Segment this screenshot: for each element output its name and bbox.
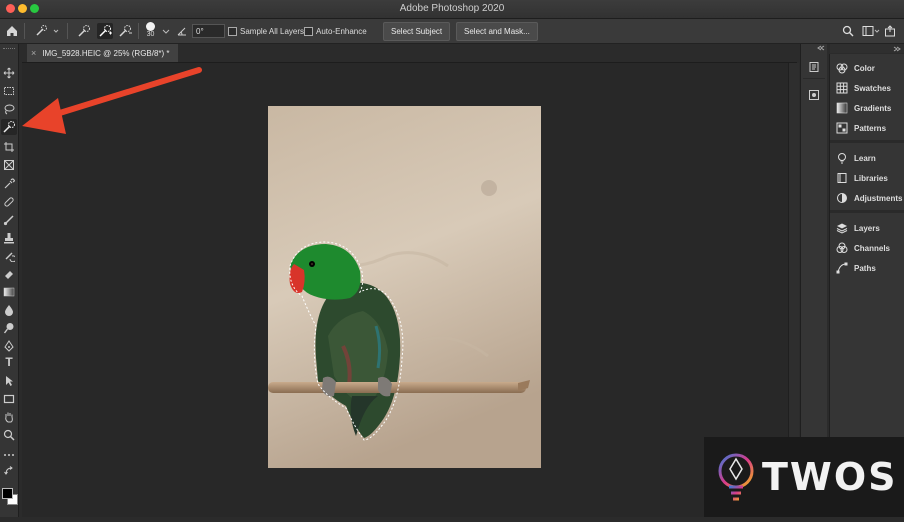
learn-icon xyxy=(836,152,848,164)
pen-tool-icon[interactable] xyxy=(3,339,15,352)
libraries-icon xyxy=(836,172,848,184)
gradient-tool-icon[interactable] xyxy=(3,285,15,297)
toolbar-grip[interactable] xyxy=(3,48,15,51)
panel-label-channels: Channels xyxy=(854,243,891,253)
quick-selection-tool-icon[interactable] xyxy=(1,119,17,135)
select-subject-button[interactable]: Select Subject xyxy=(383,22,451,41)
paths-icon xyxy=(836,262,848,274)
subtract-from-selection-brush-icon[interactable] xyxy=(118,23,132,39)
document-tab-title: IMG_5928.HEIC @ 25% (RGB/8*) * xyxy=(42,48,170,58)
eyedropper-tool-icon[interactable] xyxy=(3,177,15,189)
brush-tool-icon[interactable] xyxy=(3,213,15,226)
move-tool-icon[interactable] xyxy=(3,66,15,79)
panel-item-swatches[interactable]: Swatches xyxy=(836,80,891,96)
panel-label-paths: Paths xyxy=(854,263,876,273)
search-icon[interactable] xyxy=(842,23,854,39)
panel-label-swatches: Swatches xyxy=(854,83,891,93)
channels-icon xyxy=(836,242,848,254)
crop-tool-icon[interactable] xyxy=(3,140,15,152)
auto-enhance-label: Auto-Enhance xyxy=(316,26,367,36)
frame-tool-icon[interactable] xyxy=(3,158,15,170)
panel-item-paths[interactable]: Paths xyxy=(836,260,876,276)
panel-label-patterns: Patterns xyxy=(854,123,887,133)
brush-tip-icon xyxy=(146,21,155,31)
workspace-switcher-icon[interactable] xyxy=(862,23,880,39)
chevron-down-icon[interactable] xyxy=(162,23,170,39)
expand-panels-icon[interactable] xyxy=(893,45,901,53)
twos-watermark: TWOS xyxy=(704,437,904,517)
dodge-tool-icon[interactable] xyxy=(3,321,15,334)
foreground-color-swatch[interactable] xyxy=(2,488,13,499)
parrot-photo xyxy=(268,106,541,468)
history-brush-tool-icon[interactable] xyxy=(3,249,17,263)
window-title: Adobe Photoshop 2020 xyxy=(399,3,505,14)
panel-header xyxy=(830,44,904,53)
window-title-bar: Adobe Photoshop 2020 xyxy=(0,0,904,19)
panel-label-gradients: Gradients xyxy=(854,103,892,113)
eraser-tool-icon[interactable] xyxy=(3,267,15,279)
angle-field[interactable]: 0° xyxy=(192,24,225,38)
zoom-tool-icon[interactable] xyxy=(3,428,15,441)
panel-label-layers: Layers xyxy=(854,223,880,233)
panel-item-channels[interactable]: Channels xyxy=(836,240,890,256)
tools-panel: T xyxy=(0,44,19,517)
blur-tool-icon[interactable] xyxy=(3,303,15,316)
clone-stamp-tool-icon[interactable] xyxy=(3,231,15,244)
gradients-icon xyxy=(836,102,848,114)
collapse-dock-icon[interactable] xyxy=(817,44,825,54)
sample-all-layers-checkbox[interactable]: Sample All Layers xyxy=(228,23,304,39)
panel-item-patterns[interactable]: Patterns xyxy=(836,120,886,136)
brush-size-value: 30 xyxy=(146,30,155,38)
brush-size-picker[interactable]: 30 xyxy=(146,20,155,40)
layers-icon xyxy=(836,222,848,234)
document-tab-bar: × IMG_5928.HEIC @ 25% (RGB/8*) * xyxy=(22,44,797,63)
properties-panel-icon[interactable] xyxy=(808,88,820,106)
hand-tool-icon[interactable] xyxy=(3,410,15,423)
panel-label-libraries: Libraries xyxy=(854,173,888,183)
share-icon[interactable] xyxy=(884,23,896,39)
marquee-tool-icon[interactable] xyxy=(3,84,15,96)
panel-item-learn[interactable]: Learn xyxy=(836,150,876,166)
color-icon xyxy=(836,62,848,74)
panel-item-adjustments[interactable]: Adjustments xyxy=(836,190,902,206)
options-bar: 30 0° Sample All Layers Auto-Enhance Sel… xyxy=(0,19,904,44)
home-icon[interactable] xyxy=(5,23,19,39)
swap-colors-icon[interactable] xyxy=(3,464,15,476)
lasso-tool-icon[interactable] xyxy=(3,102,15,115)
rectangle-tool-icon[interactable] xyxy=(3,392,15,404)
panel-label-color: Color xyxy=(854,63,875,73)
watermark-text: TWOS xyxy=(762,455,898,499)
new-selection-brush-icon[interactable] xyxy=(77,23,91,39)
panel-item-layers[interactable]: Layers xyxy=(836,220,880,236)
swatches-icon xyxy=(836,82,848,94)
add-to-selection-brush-icon[interactable] xyxy=(97,23,113,39)
close-tab-icon[interactable]: × xyxy=(31,48,36,58)
panel-item-gradients[interactable]: Gradients xyxy=(836,100,891,116)
auto-enhance-checkbox[interactable]: Auto-Enhance xyxy=(304,23,367,39)
select-and-mask-button[interactable]: Select and Mask... xyxy=(456,22,538,41)
patterns-icon xyxy=(836,122,848,134)
more-tools-icon[interactable] xyxy=(3,448,15,460)
document-tab[interactable]: × IMG_5928.HEIC @ 25% (RGB/8*) * xyxy=(27,44,178,62)
panel-label-learn: Learn xyxy=(854,153,876,163)
sample-all-layers-label: Sample All Layers xyxy=(240,26,305,36)
type-tool-icon[interactable]: T xyxy=(3,356,15,368)
angle-icon xyxy=(176,23,188,39)
healing-brush-tool-icon[interactable] xyxy=(3,195,15,207)
panel-item-libraries[interactable]: Libraries xyxy=(836,170,888,186)
panel-item-color[interactable]: Color xyxy=(836,60,875,76)
document-canvas[interactable] xyxy=(268,106,541,468)
adjustments-icon xyxy=(836,192,848,204)
tool-preset-picker[interactable] xyxy=(34,23,60,39)
panel-label-adjustments: Adjustments xyxy=(854,193,903,203)
path-selection-tool-icon[interactable] xyxy=(3,374,15,386)
history-panel-icon[interactable] xyxy=(808,60,820,78)
